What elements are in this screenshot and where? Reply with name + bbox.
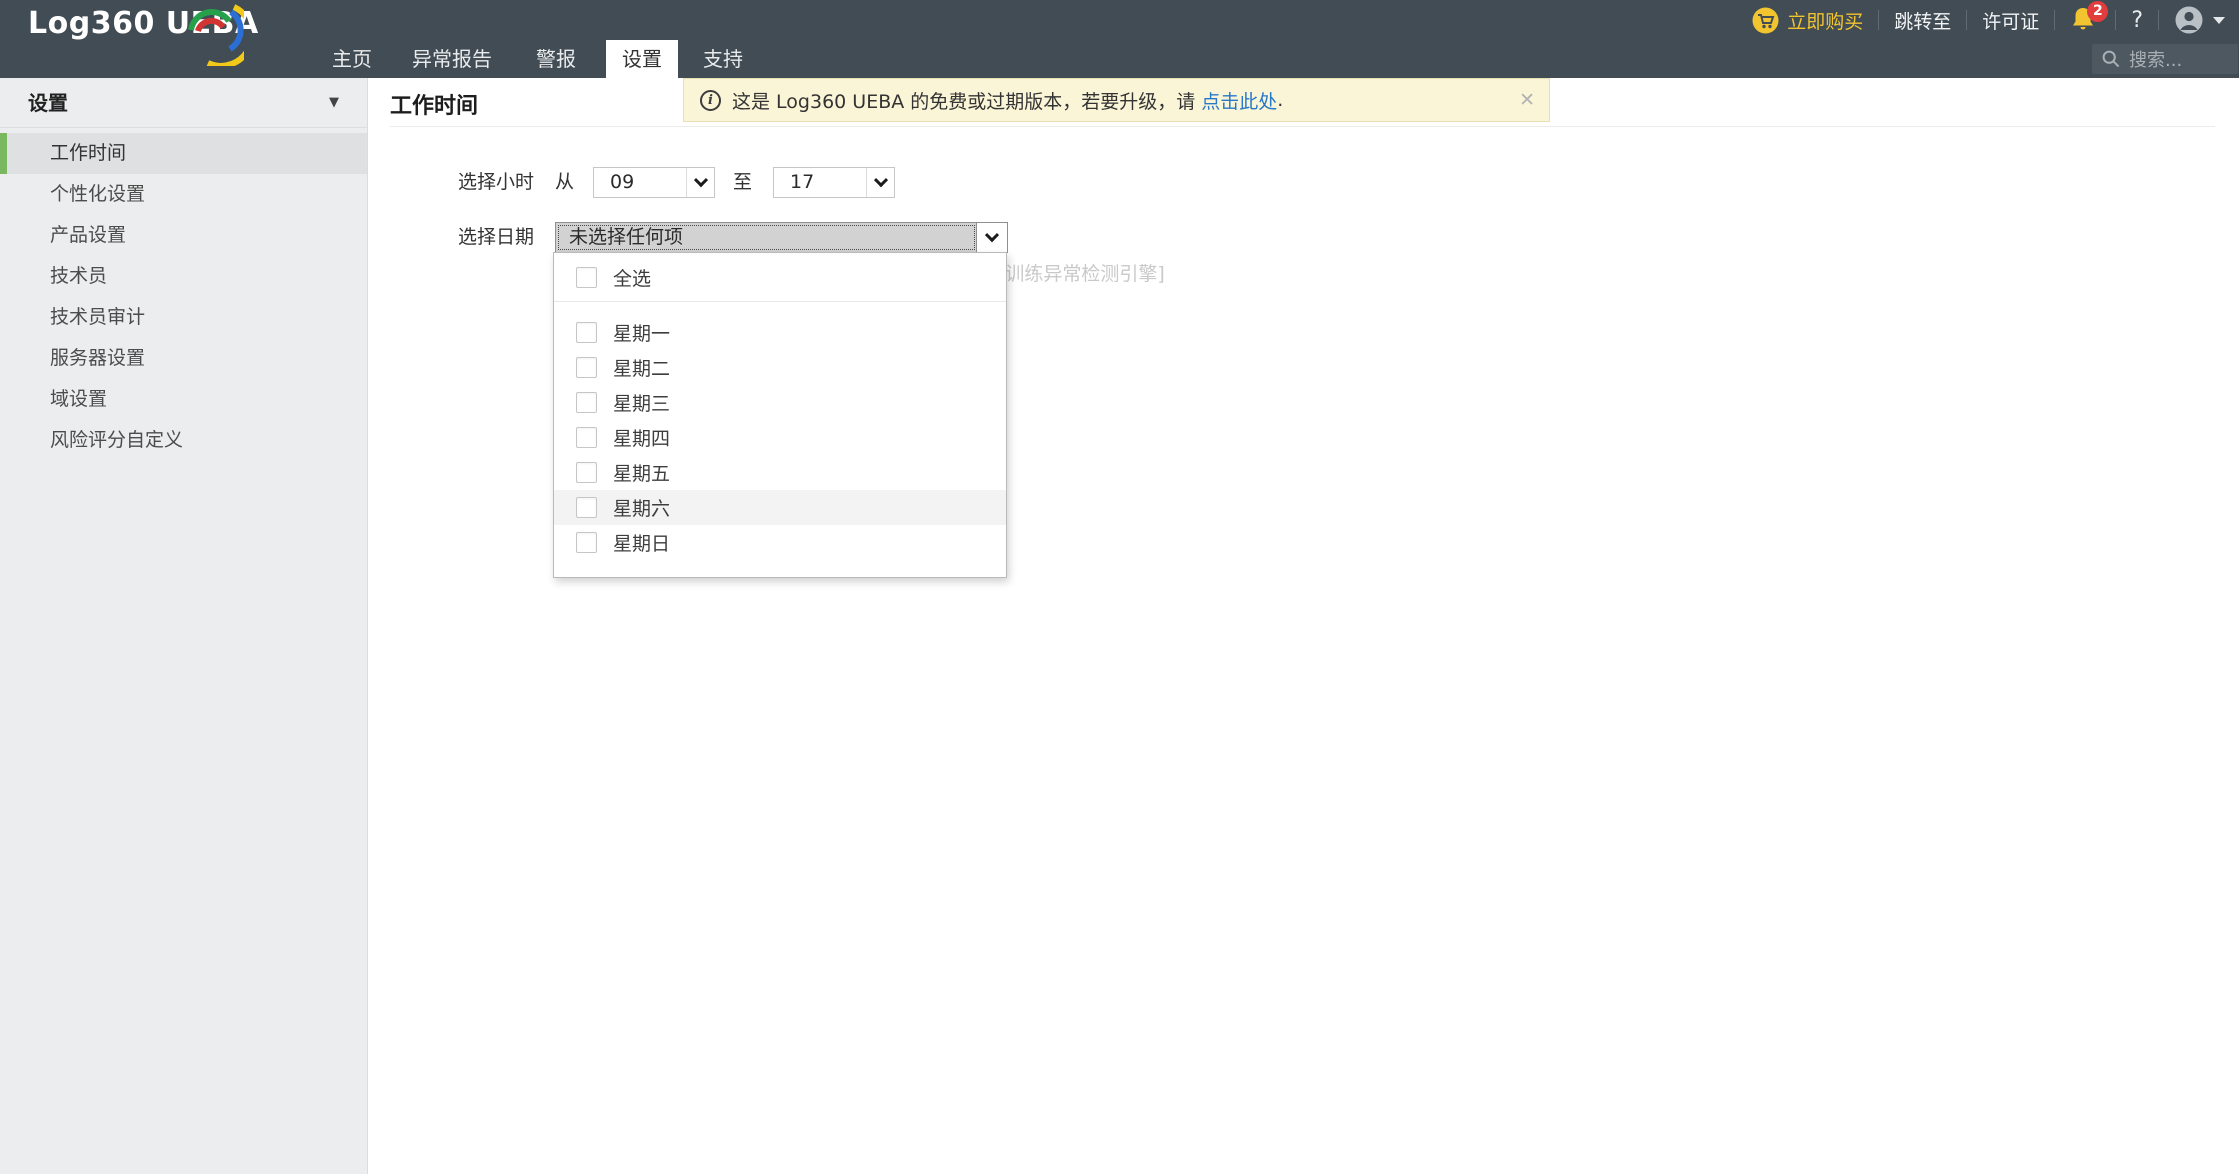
from-hour-select[interactable]: 09: [593, 167, 715, 198]
sidebar-item-personalization[interactable]: 个性化设置: [0, 174, 367, 215]
banner-text: 这是 Log360 UEBA 的免费或过期版本，若要升级，请: [732, 87, 1195, 114]
chevron-down-icon: [976, 223, 1007, 252]
train-engine-disabled-link: [训练异常检测引擎]: [998, 259, 1165, 286]
option-tuesday[interactable]: 星期二: [554, 350, 1006, 385]
option-label: 星期一: [613, 319, 670, 346]
option-wednesday[interactable]: 星期三: [554, 385, 1006, 420]
cart-icon: [1752, 7, 1779, 34]
chevron-down-icon: [866, 168, 894, 197]
nav-support[interactable]: 支持: [698, 40, 748, 78]
to-hour-select[interactable]: 17: [773, 167, 895, 198]
select-all-label: 全选: [613, 264, 651, 291]
divider: [2158, 10, 2159, 30]
jump-to-button[interactable]: 跳转至: [1894, 7, 1951, 34]
days-dropdown-panel: 全选 星期一 星期二 星期三 星期四: [553, 252, 1007, 578]
log360-swoosh-icon: [186, 0, 244, 66]
collapse-chevron-icon[interactable]: ▼: [329, 78, 339, 128]
settings-sidebar: 设置 ▼ 工作时间 个性化设置 产品设置 技术员 技术员审计 服务器设置 域设置…: [0, 78, 368, 1174]
divider: [2115, 10, 2116, 30]
days-multiselect[interactable]: 未选择任何项: [555, 222, 1008, 253]
buy-now-button[interactable]: 立即购买: [1752, 7, 1863, 34]
buy-now-label: 立即购买: [1787, 7, 1863, 34]
header-actions: 立即购买 跳转至 许可证 2 ?: [1752, 0, 2225, 40]
page-title: 工作时间: [390, 88, 478, 120]
days-multiselect-value: 未选择任何项: [569, 223, 683, 252]
notifications-button[interactable]: 2: [2070, 5, 2100, 35]
nav-home[interactable]: 主页: [327, 40, 377, 78]
option-label: 星期五: [613, 459, 670, 486]
license-button[interactable]: 许可证: [1982, 7, 2039, 34]
sidebar-menu: 工作时间 个性化设置 产品设置 技术员 技术员审计 服务器设置 域设置 风险评分…: [0, 133, 367, 461]
option-monday[interactable]: 星期一: [554, 315, 1006, 350]
search-placeholder: 搜索...: [2129, 46, 2182, 72]
from-label: 从: [555, 167, 574, 198]
sunday-checkbox[interactable]: [576, 532, 597, 553]
nav-alerts[interactable]: 警报: [531, 40, 581, 78]
option-saturday[interactable]: 星期六: [554, 490, 1006, 525]
main-content: 工作时间 i 这是 Log360 UEBA 的免费或过期版本，若要升级，请 点击…: [369, 78, 2239, 1174]
sidebar-item-technicians[interactable]: 技术员: [0, 256, 367, 297]
app-screen: Log360 UEBA 主页 异常报告 警报 设置 支持 立即购买 跳转至: [0, 0, 2239, 1174]
sidebar-item-risk-score-custom[interactable]: 风险评分自定义: [0, 420, 367, 461]
tuesday-checkbox[interactable]: [576, 357, 597, 378]
divider: [2054, 10, 2055, 30]
thursday-checkbox[interactable]: [576, 427, 597, 448]
sidebar-item-domain-settings[interactable]: 域设置: [0, 379, 367, 420]
banner-suffix: .: [1277, 89, 1283, 111]
option-label: 星期四: [613, 424, 670, 451]
help-button[interactable]: ?: [2131, 8, 2143, 33]
license-banner: i 这是 Log360 UEBA 的免费或过期版本，若要升级，请 点击此处 . …: [683, 78, 1550, 122]
title-divider: [390, 126, 2215, 127]
option-label: 星期二: [613, 354, 670, 381]
option-label: 星期日: [613, 529, 670, 556]
saturday-checkbox[interactable]: [576, 497, 597, 518]
divider: [1878, 10, 1879, 30]
from-hour-value: 09: [610, 168, 634, 197]
option-friday[interactable]: 星期五: [554, 455, 1006, 490]
search-icon: [2101, 49, 2121, 69]
nav-anomaly-reports[interactable]: 异常报告: [406, 40, 498, 78]
top-header: Log360 UEBA 主页 异常报告 警报 设置 支持 立即购买 跳转至: [0, 0, 2239, 78]
chevron-down-icon: [686, 168, 714, 197]
select-hours-label: 选择小时: [458, 167, 534, 198]
divider: [1966, 10, 1967, 30]
select-days-label: 选择日期: [458, 222, 534, 253]
sidebar-title[interactable]: 设置 ▼: [0, 78, 367, 128]
sidebar-title-label: 设置: [28, 91, 68, 115]
weekday-options: 星期一 星期二 星期三 星期四 星期五: [554, 302, 1006, 560]
select-all-option[interactable]: 全选: [554, 253, 1006, 302]
sidebar-item-server-settings[interactable]: 服务器设置: [0, 338, 367, 379]
chevron-down-icon: [2213, 17, 2225, 24]
to-hour-value: 17: [790, 168, 814, 197]
option-sunday[interactable]: 星期日: [554, 525, 1006, 560]
notification-count-badge: 2: [2087, 1, 2108, 22]
sidebar-item-product-settings[interactable]: 产品设置: [0, 215, 367, 256]
info-icon: i: [700, 90, 721, 111]
search-input[interactable]: 搜索...: [2092, 44, 2238, 74]
wednesday-checkbox[interactable]: [576, 392, 597, 413]
close-icon[interactable]: ✕: [1519, 89, 1535, 111]
user-menu-button[interactable]: [2174, 5, 2225, 35]
user-avatar-icon: [2174, 5, 2204, 35]
sidebar-item-working-hours[interactable]: 工作时间: [0, 133, 367, 174]
option-label: 星期三: [613, 389, 670, 416]
nav-settings[interactable]: 设置: [606, 40, 678, 78]
select-all-checkbox[interactable]: [576, 267, 597, 288]
monday-checkbox[interactable]: [576, 322, 597, 343]
sidebar-item-technician-audit[interactable]: 技术员审计: [0, 297, 367, 338]
to-label: 至: [733, 167, 752, 198]
friday-checkbox[interactable]: [576, 462, 597, 483]
upgrade-link[interactable]: 点击此处: [1201, 87, 1277, 114]
option-label: 星期六: [613, 494, 670, 521]
option-thursday[interactable]: 星期四: [554, 420, 1006, 455]
